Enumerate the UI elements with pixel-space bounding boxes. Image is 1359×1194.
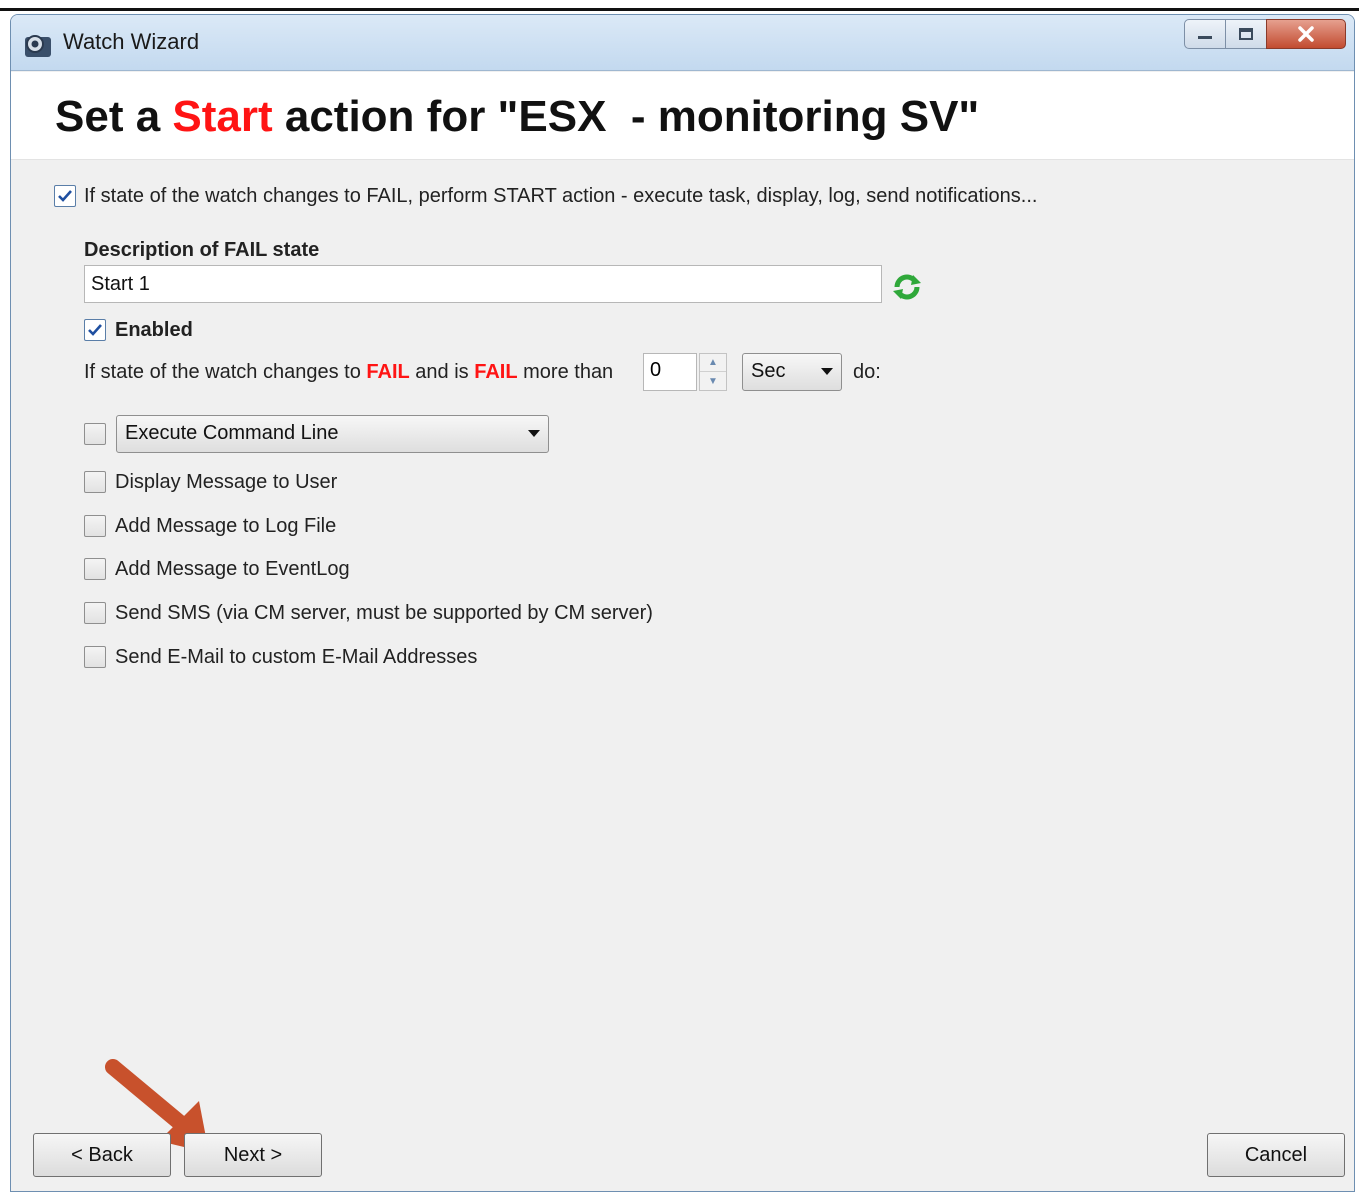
description-label: Description of FAIL state [84, 239, 320, 261]
display-message-checkbox[interactable] [84, 471, 106, 493]
back-button[interactable]: < Back [33, 1133, 171, 1177]
cancel-button[interactable]: Cancel [1207, 1133, 1345, 1177]
title-highlight: Start [172, 92, 273, 141]
header-band: Set a Start action for "ESX - monitoring… [11, 72, 1354, 160]
spin-down-icon[interactable]: ▼ [700, 372, 726, 390]
checkmark-icon [88, 324, 102, 336]
refresh-icon[interactable] [891, 273, 923, 301]
enabled-checkbox[interactable] [84, 319, 106, 341]
close-icon [1298, 26, 1314, 42]
chevron-down-icon [528, 430, 540, 437]
chevron-down-icon [821, 368, 833, 375]
watch-wizard-window: Watch Wizard Set a Start action for "ESX… [10, 14, 1355, 1192]
page-title: Set a Start action for "ESX - monitoring… [55, 92, 979, 142]
checkmark-icon [58, 190, 72, 202]
title-bar: Watch Wizard [11, 15, 1354, 71]
send-sms-label[interactable]: Send SMS (via CM server, must be support… [115, 602, 653, 625]
execute-command-select-value: Execute Command Line [125, 422, 339, 444]
unit-select[interactable]: Sec [742, 353, 842, 391]
send-email-checkbox[interactable] [84, 646, 106, 668]
description-input[interactable] [84, 265, 882, 303]
minimize-button[interactable] [1184, 19, 1226, 49]
send-email-label[interactable]: Send E-Mail to custom E-Mail Addresses [115, 646, 477, 669]
enabled-label[interactable]: Enabled [115, 319, 193, 342]
window-title: Watch Wizard [63, 29, 200, 54]
condition-fail-2: FAIL [474, 361, 518, 383]
perform-action-label[interactable]: If state of the watch changes to FAIL, p… [84, 185, 1037, 208]
delay-spinner[interactable]: ▲ ▼ [699, 353, 727, 391]
execute-command-select[interactable]: Execute Command Line [116, 415, 549, 453]
condition-part2: and is [409, 361, 475, 383]
display-message-label[interactable]: Display Message to User [115, 471, 337, 494]
condition-text: If state of the watch changes to FAIL an… [84, 361, 613, 384]
delay-input[interactable]: 0 [643, 353, 697, 391]
perform-action-checkbox[interactable] [54, 185, 76, 207]
condition-do-label: do: [853, 361, 881, 383]
eventlog-label[interactable]: Add Message to EventLog [115, 558, 350, 581]
condition-fail-1: FAIL [366, 361, 410, 383]
log-file-label[interactable]: Add Message to Log File [115, 515, 336, 538]
condition-part3: more than [517, 361, 614, 383]
log-file-checkbox[interactable] [84, 515, 106, 537]
title-prefix: Set a [55, 92, 173, 141]
next-button[interactable]: Next > [184, 1133, 322, 1177]
close-button[interactable] [1266, 19, 1346, 49]
eventlog-checkbox[interactable] [84, 558, 106, 580]
minimize-icon [1198, 36, 1212, 39]
condition-part1: If state of the watch changes to [84, 361, 367, 383]
execute-command-checkbox[interactable] [84, 423, 106, 445]
title-suffix: action for "ESX - monitoring SV" [272, 92, 980, 141]
unit-select-value: Sec [751, 360, 786, 382]
spin-up-icon[interactable]: ▲ [700, 354, 726, 372]
top-rule [0, 8, 1359, 11]
send-sms-checkbox[interactable] [84, 602, 106, 624]
maximize-button[interactable] [1225, 19, 1267, 49]
window-controls [1184, 19, 1346, 49]
maximize-icon [1239, 28, 1253, 40]
app-icon [25, 35, 51, 57]
